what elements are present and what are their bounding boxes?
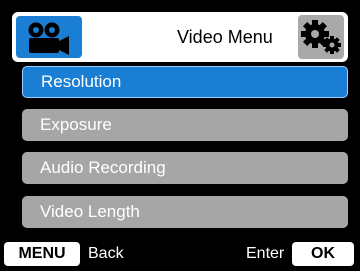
enter-label: Enter (246, 245, 285, 262)
menu-item-exposure[interactable]: Exposure (22, 109, 348, 141)
menu-item-video-length[interactable]: Video Length (22, 196, 348, 228)
dashcam-screen: Video Menu Resolution Exposure Audio Rec… (0, 0, 360, 271)
settings-gears-icon (298, 15, 344, 59)
menu-key-button[interactable]: MENU (4, 242, 80, 266)
ok-key-button[interactable]: OK (292, 242, 354, 266)
footer-bar: MENU Back Enter OK (0, 240, 360, 271)
menu-item-audio-recording[interactable]: Audio Recording (22, 152, 348, 184)
page-title: Video Menu (177, 27, 273, 47)
back-label: Back (88, 245, 124, 262)
menu-item-resolution[interactable]: Resolution (22, 66, 348, 98)
menu-header: Video Menu (12, 12, 348, 62)
video-camera-icon (16, 16, 82, 58)
